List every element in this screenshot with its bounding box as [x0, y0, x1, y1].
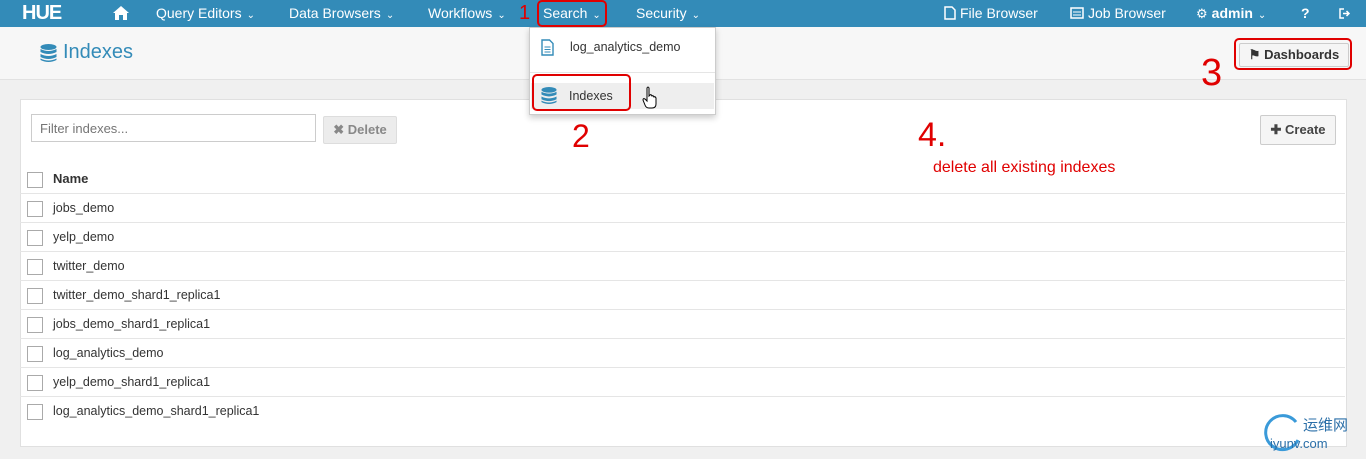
help-icon[interactable]: ? — [1301, 0, 1310, 27]
top-navbar: HUE Query Editors ⌄ Data Browsers ⌄ Workfl… — [0, 0, 1366, 27]
table-row[interactable]: yelp_demo — [20, 222, 1345, 252]
nav-data-browsers[interactable]: Data Browsers ⌄ — [289, 0, 394, 27]
chevron-down-icon: ⌄ — [385, 10, 395, 21]
hand-cursor-icon — [642, 86, 658, 113]
annotation-note: delete all existing indexes — [933, 159, 1116, 176]
table-row[interactable]: log_analytics_demo_shard1_replica1 — [20, 396, 1345, 426]
annotation-box-indexes — [532, 74, 631, 111]
select-all-checkbox[interactable] — [27, 172, 43, 188]
database-icon — [40, 43, 57, 66]
file-icon — [944, 6, 956, 20]
menu-divider — [530, 72, 715, 73]
chevron-down-icon: ⌄ — [246, 10, 255, 21]
column-header-name: Name — [53, 171, 89, 186]
table-row[interactable]: twitter_demo — [20, 251, 1345, 281]
annotation-box-search — [537, 0, 607, 27]
row-checkbox[interactable] — [27, 259, 43, 275]
annotation-step-3: 3 — [1201, 52, 1223, 94]
nav-job-browser[interactable]: Job Browser — [1070, 0, 1166, 27]
row-checkbox[interactable] — [27, 230, 43, 246]
watermark-logo: 运维网 iyunv.com — [1262, 410, 1362, 456]
delete-button[interactable]: ✖ Delete — [323, 116, 397, 144]
chevron-down-icon: ⌄ — [691, 10, 700, 21]
create-button[interactable]: ✚ Create — [1260, 115, 1336, 145]
filter-indexes-input[interactable] — [31, 114, 316, 142]
nav-query-editors[interactable]: Query Editors ⌄ — [156, 0, 255, 27]
hue-logo[interactable]: HUE — [22, 3, 62, 24]
home-icon[interactable] — [112, 5, 130, 24]
table-row[interactable]: yelp_demo_shard1_replica1 — [20, 367, 1345, 397]
annotation-step-4: 4. — [918, 116, 947, 154]
plus-circle-icon: ✚ — [1270, 122, 1282, 137]
table-row[interactable]: log_analytics_demo — [20, 338, 1345, 368]
times-icon: ✖ — [333, 122, 345, 137]
row-checkbox[interactable] — [27, 288, 43, 304]
nav-admin-menu[interactable]: ⚙ admin ⌄ — [1196, 0, 1266, 27]
annotation-step-1: 1 — [519, 2, 531, 24]
annotation-box-dashboards — [1234, 38, 1352, 70]
menu-item-log-analytics-demo[interactable]: log_analytics_demo — [530, 28, 715, 72]
row-checkbox[interactable] — [27, 317, 43, 333]
chevron-down-icon: ⌄ — [1257, 10, 1267, 21]
table-row[interactable]: jobs_demo_shard1_replica1 — [20, 309, 1345, 339]
row-checkbox[interactable] — [27, 201, 43, 217]
table-row[interactable]: jobs_demo — [20, 193, 1345, 223]
nav-file-browser[interactable]: File Browser — [944, 0, 1038, 27]
logout-icon[interactable] — [1338, 0, 1351, 27]
file-text-icon — [541, 39, 554, 59]
row-checkbox[interactable] — [27, 346, 43, 362]
list-icon — [1070, 7, 1084, 19]
nav-security[interactable]: Security ⌄ — [636, 0, 700, 27]
table-row[interactable]: twitter_demo_shard1_replica1 — [20, 280, 1345, 310]
annotation-step-2: 2 — [572, 118, 590, 154]
row-checkbox[interactable] — [27, 375, 43, 391]
chevron-down-icon: ⌄ — [497, 10, 506, 21]
nav-workflows[interactable]: Workflows ⌄ — [428, 0, 506, 27]
page-title: Indexes — [63, 41, 134, 63]
row-checkbox[interactable] — [27, 404, 43, 420]
gears-icon: ⚙ — [1196, 6, 1208, 21]
